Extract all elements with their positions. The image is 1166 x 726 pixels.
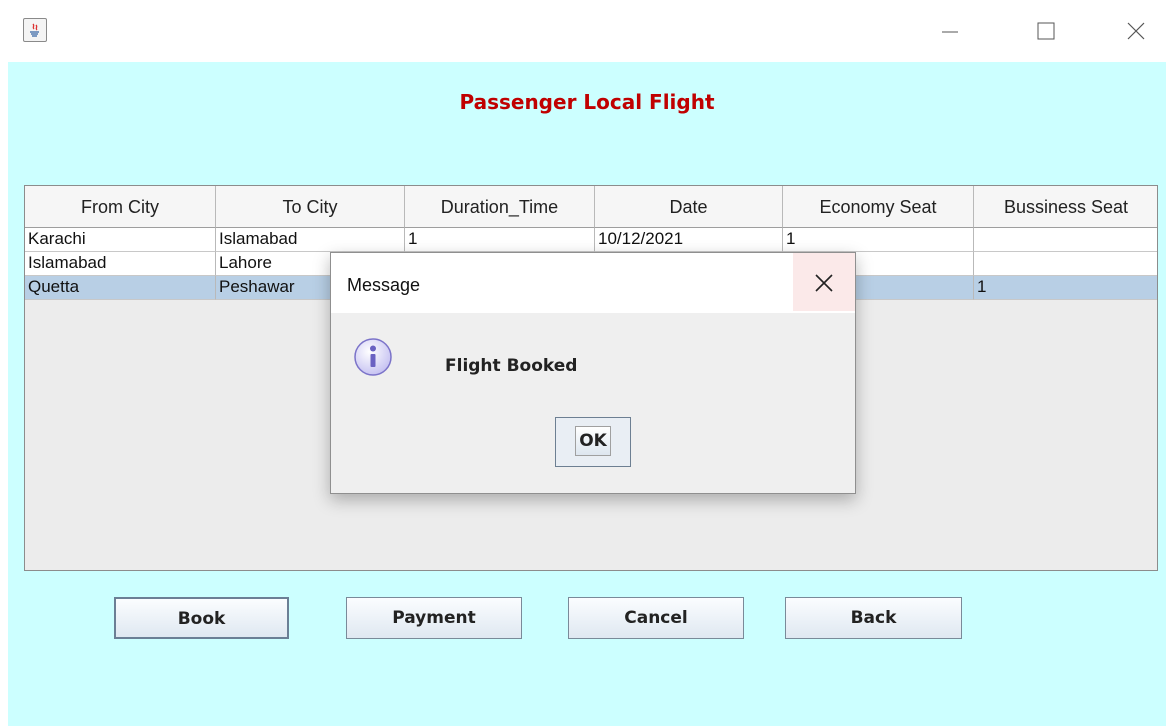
cell-to-city: Islamabad: [216, 228, 405, 252]
cell-business-seat: [974, 252, 1157, 276]
minimize-icon[interactable]: [930, 14, 970, 48]
ok-button[interactable]: OK: [555, 417, 631, 467]
java-app-icon: [23, 18, 47, 42]
close-icon[interactable]: [1116, 14, 1156, 48]
payment-button[interactable]: Payment: [346, 597, 522, 639]
table-row[interactable]: Karachi Islamabad 1 10/12/2021 1: [25, 228, 1157, 252]
dialog-titlebar[interactable]: Message: [331, 253, 855, 313]
cell-from-city: Islamabad: [25, 252, 216, 276]
maximize-icon[interactable]: [1026, 14, 1066, 48]
cell-from-city: Quetta: [25, 276, 216, 300]
page-title: Passenger Local Flight: [459, 90, 715, 114]
cancel-button[interactable]: Cancel: [568, 597, 744, 639]
cell-from-city: Karachi: [25, 228, 216, 252]
cell-business-seat: 1: [974, 276, 1157, 300]
cell-economy-seat: 1: [783, 228, 974, 252]
cell-date: 10/12/2021: [595, 228, 783, 252]
book-button[interactable]: Book: [114, 597, 289, 639]
column-header-date[interactable]: Date: [595, 186, 783, 228]
window-titlebar: [0, 0, 1166, 62]
column-header-from-city[interactable]: From City: [25, 186, 216, 228]
dialog-close-icon[interactable]: [793, 253, 855, 311]
dialog-title: Message: [347, 275, 421, 295]
back-button[interactable]: Back: [785, 597, 962, 639]
cell-business-seat: [974, 228, 1157, 252]
column-header-business-seat[interactable]: Bussiness Seat: [974, 186, 1157, 228]
dialog-message: Flight Booked: [445, 356, 578, 376]
info-icon: [353, 337, 393, 377]
cell-duration: 1: [405, 228, 595, 252]
table-header: From City To City Duration_Time Date Eco…: [25, 186, 1157, 228]
message-dialog: Message Flight Booked OK: [330, 252, 856, 494]
column-header-to-city[interactable]: To City: [216, 186, 405, 228]
ok-button-label: OK: [575, 426, 611, 456]
column-header-economy-seat[interactable]: Economy Seat: [783, 186, 974, 228]
column-header-duration[interactable]: Duration_Time: [405, 186, 595, 228]
